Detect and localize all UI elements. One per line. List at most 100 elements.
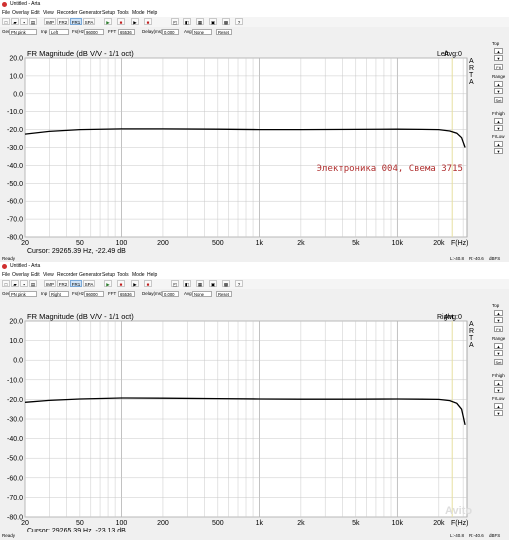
print-icon[interactable]: ▤ [29,18,37,25]
settings-icon[interactable]: ▦ [196,18,204,25]
x-tick-label: 5k [352,520,360,527]
menu-mode[interactable]: Mode [132,9,145,17]
info-icon[interactable]: ? [235,280,243,287]
app-icon [2,264,7,269]
frlow-down-button[interactable]: ▼ [494,410,503,416]
top-up-button[interactable]: ▲ [494,310,503,316]
top-down-button[interactable]: ▼ [494,317,503,323]
frhigh-down-button[interactable]: ▼ [494,125,503,131]
arta-window-left: Untitled - Arta File Overlay Edit View R… [0,0,509,263]
range-up-button[interactable]: ▲ [494,343,503,349]
y-tick-label: -20.0 [7,127,23,134]
fs-select[interactable]: 96000 [84,29,104,35]
avg-select[interactable]: None [192,291,212,297]
frlow-down-button[interactable]: ▼ [494,148,503,154]
menu-edit[interactable]: Edit [31,9,40,17]
mode-fr2-button[interactable]: FR2 [57,280,69,287]
fr-chart-left[interactable]: 20.0 10.0 0.0 -10.0 -20.0 -30.0 -40.0 -50.0 -60.… [0,37,490,260]
grid-icon[interactable]: ▩ [222,18,230,25]
range-up-button[interactable]: ▲ [494,81,503,87]
top-down-button[interactable]: ▼ [494,55,503,61]
mode-spa-button[interactable]: SPA [83,18,95,25]
fit-button[interactable]: Fit [494,326,503,332]
menu-overlay[interactable]: Overlay [12,9,29,17]
delay-field[interactable]: 0.000 [162,291,179,297]
menu-mode[interactable]: Mode [132,271,145,279]
set-button[interactable]: Set [494,97,503,103]
mode-imp-button[interactable]: IMP [44,18,56,25]
top-up-button[interactable]: ▲ [494,48,503,54]
mode-fr2-button[interactable]: FR2 [57,18,69,25]
menu-view[interactable]: View [43,9,54,17]
menu-generator[interactable]: Generator [79,9,102,17]
range-down-button[interactable]: ▼ [494,350,503,356]
avg-select[interactable]: None [192,29,212,35]
frlow-up-button[interactable]: ▲ [494,403,503,409]
save-file-icon[interactable]: ▪ [20,280,28,287]
menu-setup[interactable]: Setup [102,271,115,279]
settings-icon[interactable]: ▦ [196,280,204,287]
menu-tools[interactable]: Tools [117,9,129,17]
delay-field[interactable]: 0.000 [162,29,179,35]
chart-icon[interactable]: ◧ [183,280,191,287]
mode-fr1-button[interactable]: FR1 [70,18,82,25]
fs-select[interactable]: 96000 [84,291,104,297]
menu-edit[interactable]: Edit [31,271,40,279]
fft-select[interactable]: 65536 [118,29,135,35]
mode-spa-button[interactable]: SPA [83,280,95,287]
open-file-icon[interactable]: ▰ [11,280,19,287]
frlow-up-button[interactable]: ▲ [494,141,503,147]
menu-help[interactable]: Help [147,271,157,279]
record-stop-icon[interactable]: ■ [117,280,125,287]
play-icon[interactable]: ▶ [104,18,112,25]
zoom-icon[interactable]: ◰ [171,280,179,287]
gen-select[interactable]: PN pink [9,291,37,297]
mode-fr1-button[interactable]: FR1 [70,280,82,287]
stop-icon[interactable]: ■ [144,18,152,25]
print-icon[interactable]: ▤ [29,280,37,287]
copy-icon[interactable]: ▣ [209,18,217,25]
menu-recorder[interactable]: Recorder [57,9,78,17]
menu-tools[interactable]: Tools [117,271,129,279]
menu-file[interactable]: File [2,9,10,17]
mode-imp-button[interactable]: IMP [44,280,56,287]
frhigh-up-button[interactable]: ▲ [494,118,503,124]
fit-button[interactable]: Fit [494,64,503,70]
new-file-icon[interactable]: □ [2,280,10,287]
record-stop-icon[interactable]: ■ [117,18,125,25]
x-tick-label: 10k [392,240,404,247]
grid-icon[interactable]: ▩ [222,280,230,287]
menu-help[interactable]: Help [147,9,157,17]
inp-select[interactable]: Right [49,291,69,297]
menu-overlay[interactable]: Overlay [12,271,29,279]
frhigh-down-button[interactable]: ▼ [494,387,503,393]
reset-button[interactable]: Reset [216,29,232,35]
open-file-icon[interactable]: ▰ [11,18,19,25]
menu-view[interactable]: View [43,271,54,279]
menu-generator[interactable]: Generator [79,271,102,279]
menu-setup[interactable]: Setup [102,9,115,17]
play-icon[interactable]: ▶ [104,280,112,287]
delay-label: Delay(ms) [142,291,163,296]
chart-icon[interactable]: ◧ [183,18,191,25]
avg-label: Avg:0 [444,51,462,58]
reset-button[interactable]: Reset [216,291,232,297]
range-down-button[interactable]: ▼ [494,88,503,94]
info-icon[interactable]: ? [235,18,243,25]
step-icon[interactable]: ▶ [131,280,139,287]
window-title: Untitled - Arta [10,263,41,269]
copy-icon[interactable]: ▣ [209,280,217,287]
frhigh-up-button[interactable]: ▲ [494,380,503,386]
zoom-icon[interactable]: ◰ [171,18,179,25]
set-button[interactable]: Set [494,359,503,365]
fft-select[interactable]: 65536 [118,291,135,297]
menu-recorder[interactable]: Recorder [57,271,78,279]
stop-icon[interactable]: ■ [144,280,152,287]
new-file-icon[interactable]: □ [2,18,10,25]
menu-file[interactable]: File [2,271,10,279]
fr-chart-right[interactable]: 20.0 10.0 0.0 -10.0 -20.0 -30.0 -40.0 -50.0 -60.… [0,299,490,532]
save-file-icon[interactable]: ▪ [20,18,28,25]
inp-select[interactable]: Left [49,29,69,35]
gen-select[interactable]: PN pink [9,29,37,35]
step-icon[interactable]: ▶ [131,18,139,25]
